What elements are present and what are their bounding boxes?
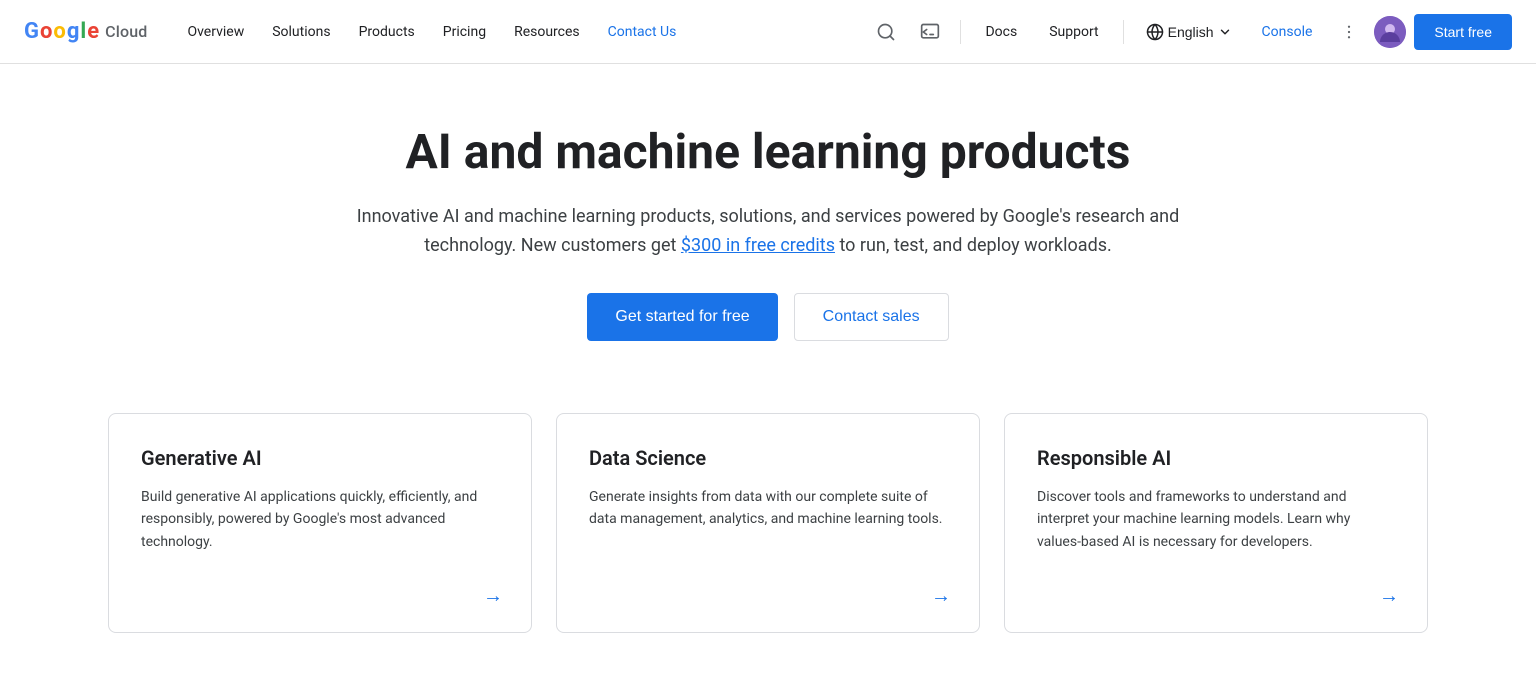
language-label: English <box>1168 24 1214 40</box>
nav-divider-2 <box>1123 20 1124 44</box>
hero-title: AI and machine learning products <box>342 124 1194 179</box>
google-logo: Google <box>24 19 99 44</box>
terminal-button[interactable] <box>912 14 948 50</box>
card-generative-ai-title: Generative AI <box>141 446 499 470</box>
nav-pricing[interactable]: Pricing <box>431 16 498 48</box>
hero-subtitle: Innovative AI and machine learning produ… <box>342 203 1194 261</box>
card-responsible-ai: Responsible AI Discover tools and framew… <box>1004 413 1428 633</box>
docs-link[interactable]: Docs <box>973 16 1029 48</box>
search-button[interactable] <box>868 14 904 50</box>
card-data-science-title: Data Science <box>589 446 947 470</box>
brand-name: Cloud <box>105 22 147 41</box>
card-data-science-desc: Generate insights from data with our com… <box>589 486 947 531</box>
nav-contact-us[interactable]: Contact Us <box>596 16 689 48</box>
card-responsible-ai-arrow[interactable]: → <box>1379 583 1399 608</box>
nav-overview[interactable]: Overview <box>175 16 256 48</box>
avatar-icon <box>1374 16 1406 48</box>
navigation: Google Cloud Overview Solutions Products… <box>0 0 1536 64</box>
chevron-down-icon <box>1218 25 1232 39</box>
start-free-button[interactable]: Start free <box>1414 14 1512 50</box>
card-responsible-ai-title: Responsible AI <box>1037 446 1395 470</box>
credits-link[interactable]: $300 in free credits <box>681 235 835 256</box>
cards-section: Generative AI Build generative AI applic… <box>68 413 1468 673</box>
globe-icon <box>1146 23 1164 41</box>
logo-link[interactable]: Google Cloud <box>24 19 147 44</box>
nav-right: Docs Support English Console <box>868 14 1512 50</box>
console-link[interactable]: Console <box>1250 16 1325 48</box>
more-options-button[interactable] <box>1332 15 1366 49</box>
user-avatar[interactable] <box>1374 16 1406 48</box>
support-link[interactable]: Support <box>1037 16 1110 48</box>
language-selector[interactable]: English <box>1136 17 1242 47</box>
get-started-button[interactable]: Get started for free <box>587 293 777 341</box>
terminal-icon <box>920 22 940 42</box>
hero-subtitle-after: to run, test, and deploy workloads. <box>835 235 1112 256</box>
hero-section: AI and machine learning products Innovat… <box>318 64 1218 389</box>
search-icon <box>876 22 896 42</box>
nav-divider <box>960 20 961 44</box>
more-vertical-icon <box>1340 23 1358 41</box>
nav-resources[interactable]: Resources <box>502 16 592 48</box>
card-generative-ai: Generative AI Build generative AI applic… <box>108 413 532 633</box>
card-responsible-ai-desc: Discover tools and frameworks to underst… <box>1037 486 1395 553</box>
card-data-science: Data Science Generate insights from data… <box>556 413 980 633</box>
nav-links: Overview Solutions Products Pricing Reso… <box>175 16 868 48</box>
card-generative-ai-desc: Build generative AI applications quickly… <box>141 486 499 553</box>
hero-actions: Get started for free Contact sales <box>342 293 1194 341</box>
card-data-science-arrow[interactable]: → <box>931 583 951 608</box>
card-generative-ai-arrow[interactable]: → <box>483 583 503 608</box>
nav-solutions[interactable]: Solutions <box>260 16 342 48</box>
contact-sales-button[interactable]: Contact sales <box>794 293 949 341</box>
nav-products[interactable]: Products <box>347 16 427 48</box>
